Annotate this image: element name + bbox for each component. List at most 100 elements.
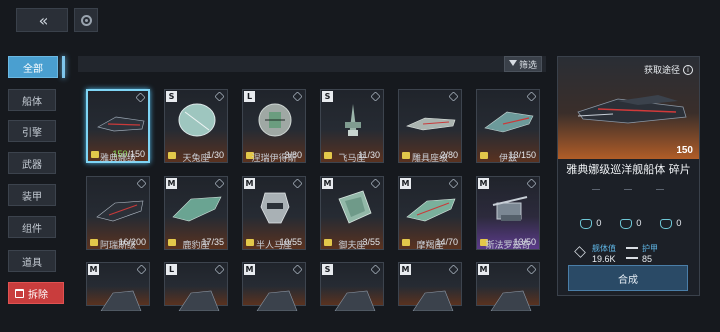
ship-thumbnail	[178, 103, 216, 137]
stats-row: 舰体值 19.6K 护甲 85	[574, 243, 694, 267]
ship-thumbnail	[406, 117, 456, 131]
shield-badge-icon	[526, 91, 537, 102]
synthesize-button[interactable]: 合成	[568, 265, 688, 291]
ship-thumbnail	[258, 103, 292, 137]
ship-thumbnail	[345, 104, 361, 136]
part-card[interactable]: M	[476, 262, 540, 311]
mini-stat-3: 0	[660, 219, 682, 229]
armor-icon	[626, 247, 638, 259]
ship-thumbnail	[97, 116, 145, 132]
shield-badge-icon	[136, 264, 147, 275]
part-card-name: 鹿豹座	[182, 241, 210, 251]
filter-label: 筛选	[518, 60, 537, 71]
shield-badge-icon	[214, 178, 225, 189]
grade-badge: M	[322, 178, 333, 189]
part-card[interactable]: M	[242, 262, 306, 311]
detail-title: 雅典娜级巡洋舰船体 碎片	[566, 163, 691, 176]
part-card[interactable]: S	[320, 262, 384, 311]
part-card-name: 天兔座	[182, 154, 210, 164]
get-route-label: 获取途径	[643, 66, 680, 76]
ship-thumbnail	[172, 196, 222, 222]
part-card-name: 涅瑞伊得斯	[251, 154, 297, 164]
armor-label: 护甲	[642, 244, 658, 253]
sidebar-item-engine[interactable]: 引擎	[8, 120, 56, 142]
part-card-name: 半人马座	[255, 241, 292, 251]
dismantle-label: 拆除	[28, 289, 48, 301]
part-card-name: 飞马座	[338, 154, 366, 164]
sidebar-item-component[interactable]: 组件	[8, 216, 56, 238]
ship-thumbnail	[334, 290, 376, 311]
part-card-name: 摩羯座	[416, 241, 444, 251]
grade-badge: M	[478, 264, 489, 275]
shield-icon	[620, 219, 632, 229]
sidebar-item-weapon[interactable]: 武器	[8, 152, 56, 174]
double-chevron-left-icon: ‹‹	[38, 10, 49, 30]
sidebar-item-all[interactable]: 全部	[8, 56, 58, 78]
ship-thumbnail	[256, 290, 298, 311]
refresh-button[interactable]	[74, 8, 98, 32]
hull-label: 舰体值	[592, 244, 616, 253]
back-button[interactable]: ‹‹	[16, 8, 68, 32]
sidebar-item-armor[interactable]: 装甲	[8, 184, 56, 206]
part-card-name: 阿瑞斯级	[99, 241, 136, 251]
ship-thumbnail	[412, 290, 454, 311]
detail-count: 150	[676, 145, 693, 156]
filter-button[interactable]: 筛选	[504, 56, 542, 72]
ship-thumbnail	[484, 111, 534, 133]
hull-value: 19.6K	[592, 254, 616, 264]
filter-strip	[78, 56, 546, 72]
part-card-name: 御夫座	[338, 241, 366, 251]
ship-thumbnail	[178, 290, 220, 311]
ship-thumbnail	[260, 192, 290, 224]
part-card[interactable]: M	[86, 262, 150, 311]
shield-badge-icon	[135, 92, 146, 103]
ship-thumbnail	[492, 196, 528, 221]
part-card-name: 伊兹	[498, 154, 517, 164]
grade-badge: L	[166, 264, 177, 275]
grade-badge: M	[400, 178, 411, 189]
shield-badge-icon	[292, 91, 303, 102]
grade-badge: M	[478, 178, 489, 189]
sidebar-active-indicator	[62, 56, 65, 78]
part-card-name: 雅典娜级	[99, 154, 136, 164]
shield-badge-icon	[370, 264, 381, 275]
shield-badge-icon	[214, 264, 225, 275]
grade-badge: M	[166, 178, 177, 189]
shield-badge-icon	[370, 178, 381, 189]
detail-panel: 获取途径 i 150 雅典娜级巡洋舰船体 碎片 0 0 0 舰体值 19.6K …	[557, 56, 700, 296]
shield-badge-icon	[526, 178, 537, 189]
grade-badge: L	[244, 91, 255, 102]
shield-badge-icon	[448, 91, 459, 102]
ship-thumbnail	[490, 290, 532, 311]
shield-badge-icon	[214, 91, 225, 102]
grade-badge: M	[244, 264, 255, 275]
detail-slots	[588, 181, 670, 221]
grade-badge: M	[88, 264, 99, 275]
parts-grid-panel: 筛选 150/150 雅典娜级 S 1/30 天兔座 L 3/80 涅瑞伊得斯 S 11/30 飞马…	[78, 56, 548, 332]
part-card[interactable]: M	[398, 262, 462, 311]
shield-badge-icon	[292, 264, 303, 275]
ship-thumbnail	[96, 200, 144, 222]
shield-badge-icon	[448, 178, 459, 189]
shield-badge-icon	[292, 178, 303, 189]
part-card[interactable]: L	[164, 262, 228, 311]
mini-stat-2: 0	[620, 219, 642, 229]
sidebar-item-hull[interactable]: 船体	[8, 89, 56, 111]
shield-badge-icon	[136, 178, 147, 189]
ship-thumbnail	[406, 198, 456, 222]
ship-thumbnail	[100, 290, 142, 311]
filter-icon	[508, 60, 517, 68]
refresh-icon	[80, 14, 92, 26]
shield-badge-icon	[370, 91, 381, 102]
grade-badge: S	[322, 264, 333, 275]
shield-badge-icon	[448, 264, 459, 275]
sidebar-item-items[interactable]: 道具	[8, 250, 56, 272]
mini-stat-1: 0	[580, 219, 602, 229]
dismantle-button[interactable]: 拆除	[8, 282, 64, 304]
ship-thumbnail	[338, 190, 372, 224]
grade-badge: M	[400, 264, 411, 275]
shield-icon	[660, 219, 672, 229]
get-route-link[interactable]: 获取途径 i	[644, 63, 693, 76]
info-icon: i	[683, 64, 693, 75]
part-card-name: 雕具座级	[411, 154, 448, 164]
